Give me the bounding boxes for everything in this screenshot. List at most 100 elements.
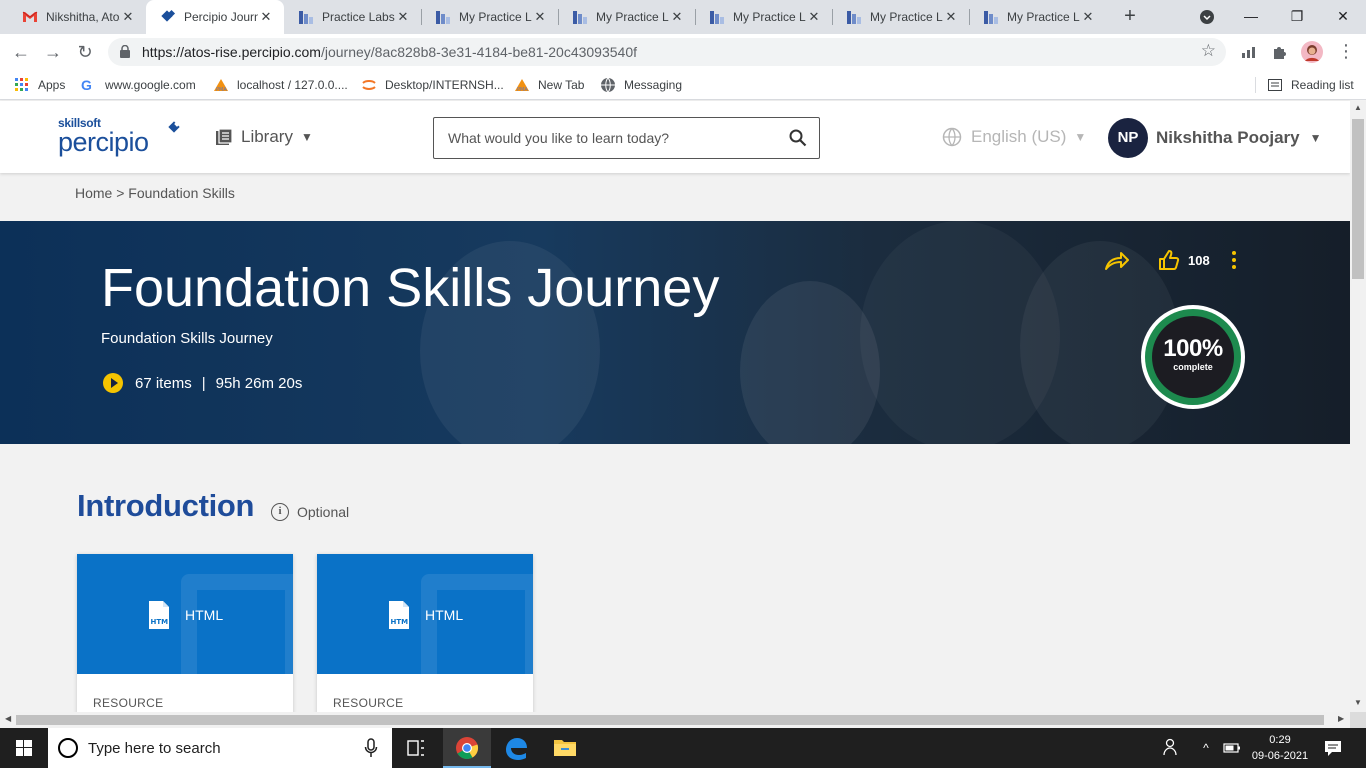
language-selector[interactable]: English (US) ▼ [942,127,1086,147]
close-tab-icon[interactable]: ✕ [1080,9,1096,25]
logo-big-text: percipio [58,127,149,157]
card-thumbnail[interactable]: HTM HTML [317,554,533,674]
journey-meta: 67 items | 95h 26m 20s [103,373,302,393]
close-tab-icon[interactable]: ✕ [669,9,685,25]
page-vertical-scrollbar[interactable]: ▲ ▼ [1350,101,1366,712]
close-tab-icon[interactable]: ✕ [943,9,959,25]
new-tab-button[interactable]: + [1118,5,1142,29]
taskbar-chrome[interactable] [443,728,491,768]
browser-tab-my-practice-labs[interactable]: My Practice Labs ✕ [558,0,695,34]
completion-progress-ring: 100% complete [1141,305,1245,409]
svg-text:HTM: HTM [391,618,409,626]
back-button[interactable]: ← [9,40,33,64]
info-icon[interactable]: i [271,503,289,521]
task-view-button[interactable] [392,728,440,768]
browser-tab-percipio[interactable]: Percipio Journey ✕ [146,0,284,34]
card-thumbnail[interactable]: HTM HTML [77,554,293,674]
browser-tab-gmail[interactable]: Nikshitha, Atos ✕ [8,0,146,34]
file-type-badge: HTM HTML [147,600,223,630]
apps-grid-icon [14,77,30,93]
close-tab-icon[interactable]: ✕ [806,9,822,25]
bookmark-google[interactable]: G www.google.com [81,76,196,94]
windows-logo-icon [16,740,32,756]
close-tab-icon[interactable]: ✕ [395,9,411,25]
taskbar-search[interactable]: Type here to search [48,728,392,768]
file-type-label: HTML [425,607,464,623]
tab-search-button[interactable] [1184,0,1230,34]
tab-title: My Practice Labs [1007,10,1080,24]
globe-icon [942,127,962,147]
percipio-logo[interactable]: skillsoft percipio [58,117,180,157]
user-menu[interactable]: NP Nikshitha Poojary ▼ [1108,118,1322,158]
tab-search-icon [1200,10,1214,24]
journey-hero-banner: Foundation Skills Journey Foundation Ski… [0,221,1350,444]
close-tab-icon[interactable]: ✕ [120,9,136,25]
share-icon[interactable] [1104,249,1130,271]
reading-list-button[interactable]: Reading list [1267,76,1354,94]
show-hidden-icons-icon[interactable]: ^ [1198,728,1214,768]
notifications-icon[interactable] [1322,728,1344,768]
forward-button[interactable]: → [41,40,65,64]
address-bar[interactable]: https://atos-rise.percipio.com/journey/8… [108,38,1226,66]
close-tab-icon[interactable]: ✕ [532,9,548,25]
language-label: English (US) [971,127,1067,146]
user-name: Nikshitha Poojary [1156,128,1300,147]
close-window-button[interactable]: ✕ [1320,0,1366,34]
bookmark-desktop-internship[interactable]: Desktop/INTERNSH... [361,76,504,94]
practice-labs-icon [298,9,314,25]
scroll-down-icon[interactable]: ▼ [1350,698,1366,707]
jupyter-icon [361,77,377,93]
practice-labs-icon [846,9,862,25]
more-options-icon[interactable] [1231,251,1236,269]
profile-avatar[interactable] [1300,40,1324,64]
bookmark-star-icon[interactable]: ☆ [1201,41,1216,61]
clock-time: 0:29 [1269,734,1291,746]
bookmark-localhost[interactable]: PMA localhost / 127.0.0.... [213,76,348,94]
content-card[interactable]: HTM HTML RESOURCE [77,554,293,714]
practice-labs-icon [983,9,999,25]
extensions-puzzle-icon[interactable] [1268,40,1292,64]
bookmark-new-tab[interactable]: PMA New Tab [514,76,584,94]
start-button[interactable] [0,728,48,768]
scrollbar-thumb[interactable] [1352,119,1364,279]
optional-indicator[interactable]: i Optional [271,503,349,521]
library-menu[interactable]: Library ▼ [215,127,313,147]
restore-button[interactable]: ❐ [1274,0,1320,34]
battery-icon[interactable] [1222,728,1242,768]
scrollbar-thumb[interactable] [16,715,1324,725]
tab-title: My Practice Labs [596,10,669,24]
browser-tab-my-practice-labs[interactable]: My Practice Labs ✕ [695,0,832,34]
tab-title: Percipio Journey [184,10,258,24]
system-clock[interactable]: 0:29 09-06-2021 [1250,732,1310,764]
close-tab-icon[interactable]: ✕ [258,9,274,25]
taskbar-edge[interactable] [492,728,540,768]
extension-chart-icon[interactable] [1237,40,1261,64]
people-icon[interactable] [1160,728,1180,768]
content-type-label: RESOURCE [93,696,164,710]
browser-menu-icon[interactable]: ⋮ [1334,40,1358,64]
bookmark-messaging[interactable]: Messaging [600,76,682,94]
browser-tab-my-practice-labs[interactable]: My Practice Labs ✕ [832,0,969,34]
scroll-up-icon[interactable]: ▲ [1350,103,1366,112]
search-icon[interactable] [789,129,807,147]
chevron-down-icon: ▼ [300,130,313,144]
browser-tab-my-practice-labs[interactable]: My Practice Labs ✕ [421,0,558,34]
play-icon[interactable] [103,373,123,393]
microphone-icon[interactable] [364,738,378,758]
thumbs-up-icon[interactable] [1158,249,1180,271]
scroll-left-icon[interactable]: ◀ [5,714,11,723]
breadcrumb[interactable]: Home > Foundation Skills [75,185,235,201]
page-horizontal-scrollbar[interactable]: ◀ ▶ [0,712,1350,728]
bookmark-label: www.google.com [105,78,196,92]
browser-tab-practice-labs[interactable]: Practice Labs ✕ [284,0,421,34]
minimize-button[interactable]: — [1228,0,1274,34]
browser-tab-my-practice-labs[interactable]: My Practice Labs ✕ [969,0,1106,34]
taskbar-file-explorer[interactable] [541,728,589,768]
practice-labs-icon [572,9,588,25]
search-input[interactable] [434,118,774,158]
bookmark-apps[interactable]: Apps [14,76,65,94]
content-card[interactable]: HTM HTML RESOURCE [317,554,533,714]
scroll-right-icon[interactable]: ▶ [1338,714,1344,723]
bookmark-label: New Tab [538,78,585,92]
reload-button[interactable]: ↻ [73,40,97,64]
